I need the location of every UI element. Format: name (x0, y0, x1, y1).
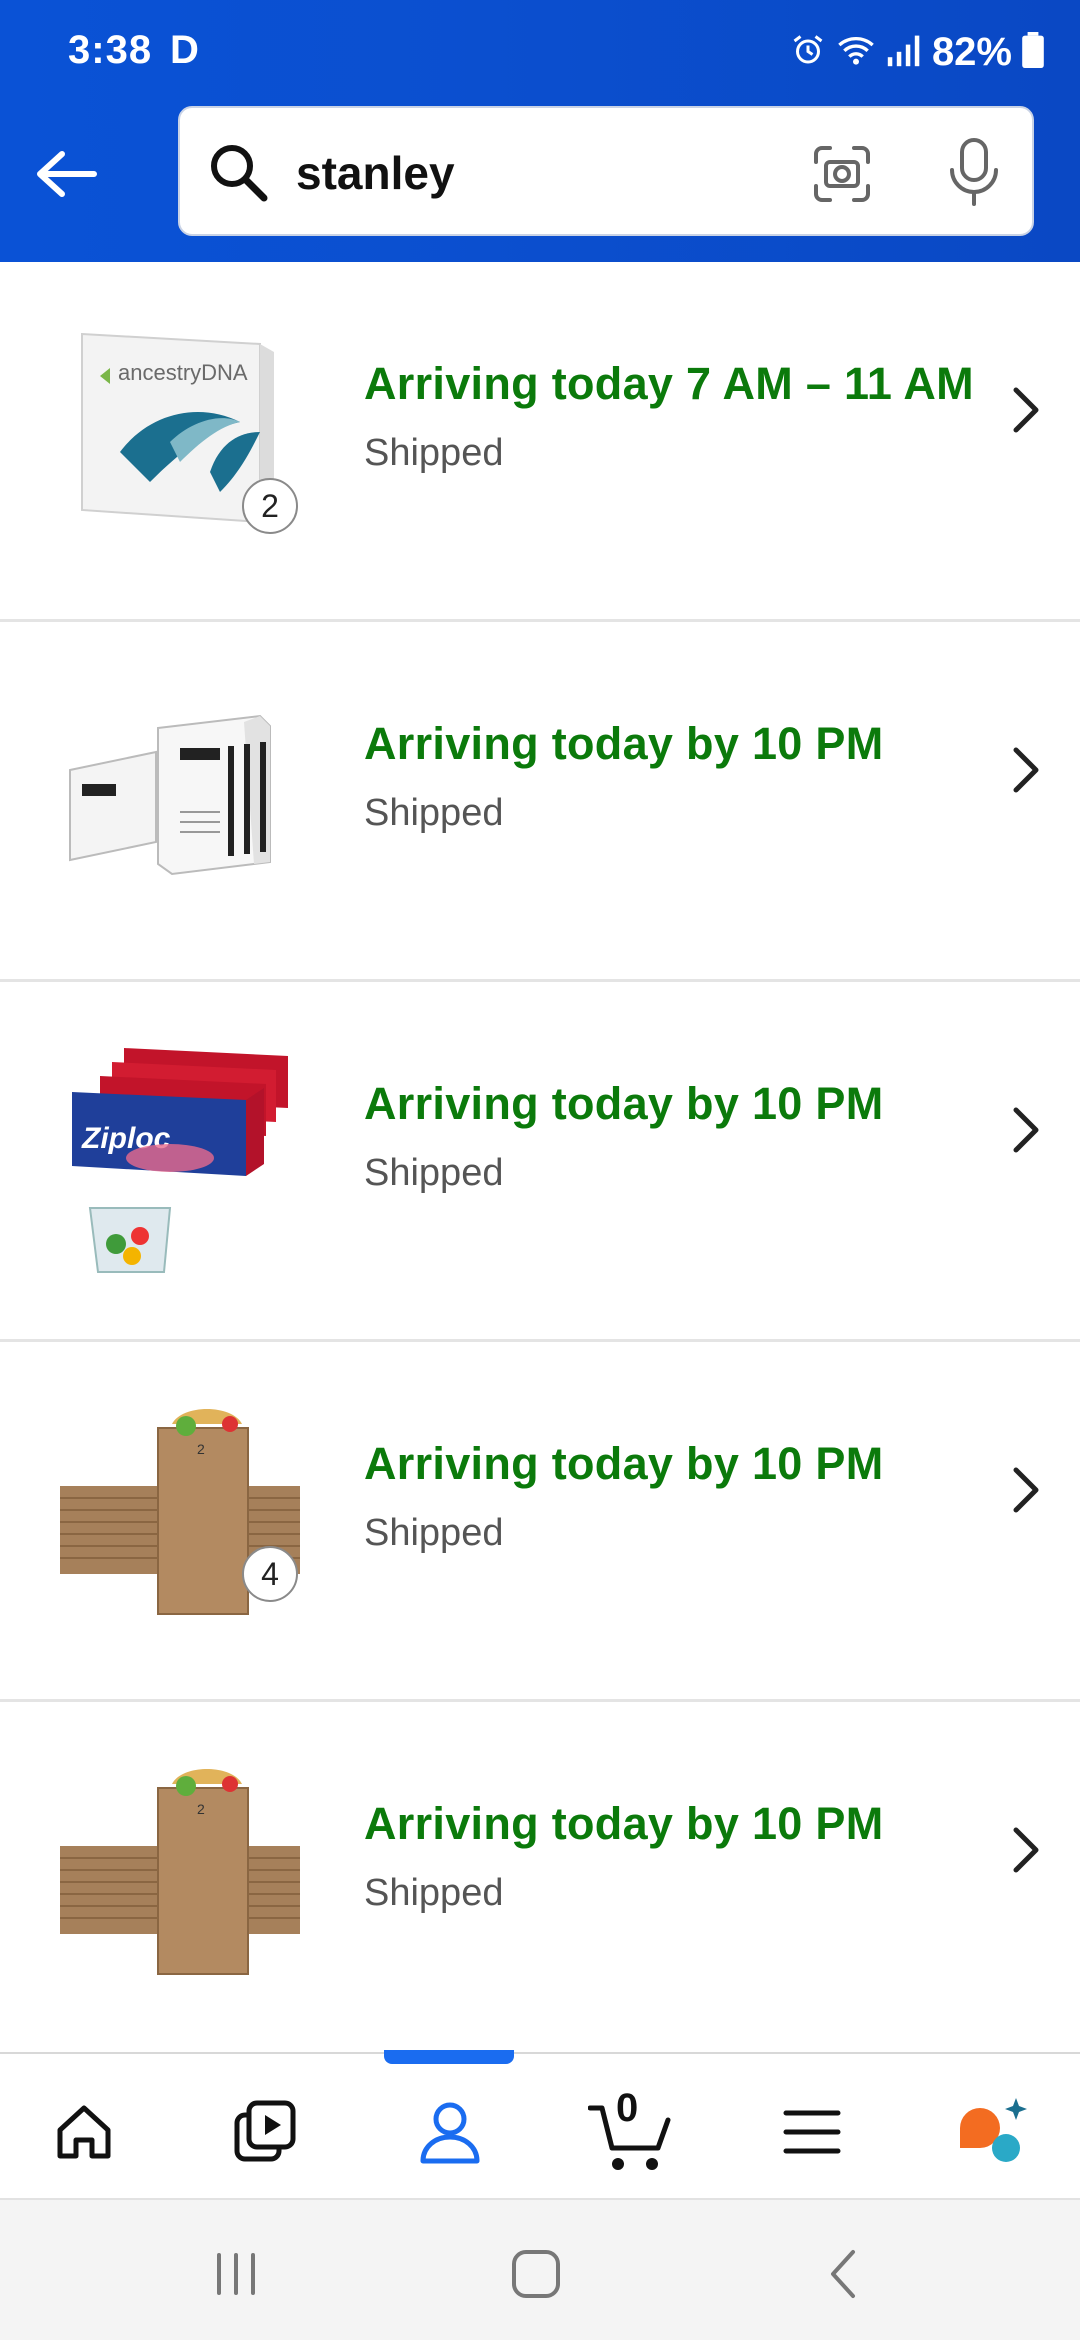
ziploc-bags-image: Ziploc (60, 1048, 310, 1273)
home-icon (52, 2100, 116, 2169)
quantity-badge: 2 (242, 478, 298, 534)
shipment-status: Shipped (364, 1512, 504, 1554)
order-row[interactable]: Arriving today by 10 PM Shipped (0, 622, 1080, 982)
order-row[interactable]: ancestryDNA 2 Arriving today 7 AM – 11 A… (0, 262, 1080, 622)
video-icon (233, 2099, 299, 2170)
status-icons: 82% (790, 24, 1044, 80)
order-info: Arriving today by 10 PM Shipped (364, 1078, 884, 1195)
hamburger-menu-icon (782, 2107, 842, 2162)
svg-text:2: 2 (197, 1441, 205, 1457)
svg-text:ancestryDNA: ancestryDNA (118, 360, 248, 385)
mic-icon[interactable] (942, 136, 1006, 208)
paper-bags-image: 2 (60, 1762, 310, 1982)
nav-menu[interactable] (772, 2094, 852, 2174)
chevron-right-icon[interactable] (1000, 740, 1050, 800)
search-icon (206, 140, 272, 206)
signal-icon (886, 32, 922, 73)
home-button-icon[interactable] (506, 2244, 566, 2304)
search-input[interactable]: stanley (178, 106, 1034, 236)
app-header: 3:38 D 82% stanley (0, 0, 1080, 262)
delivery-status: Arriving today by 10 PM (364, 1438, 884, 1489)
order-info: Arriving today by 10 PM Shipped (364, 718, 884, 835)
active-tab-indicator (384, 2050, 514, 2064)
nav-video[interactable] (226, 2094, 306, 2174)
search-query-text: stanley (296, 147, 455, 199)
chevron-right-icon[interactable] (1000, 1460, 1050, 1520)
back-button-icon[interactable] (814, 2244, 874, 2304)
order-row[interactable]: Ziploc Arriving today by 10 PM Shipped (0, 982, 1080, 1342)
alarm-icon (790, 32, 826, 73)
chevron-right-icon[interactable] (1000, 1820, 1050, 1880)
bottom-navigation: 0 (0, 2050, 1080, 2196)
order-info: Arriving today by 10 PM Shipped (364, 1438, 884, 1555)
shipment-status: Shipped (364, 432, 504, 474)
order-info: Arriving today by 10 PM Shipped (364, 1798, 884, 1915)
system-navigation-bar (0, 2198, 1080, 2340)
battery-percent: 82% (931, 29, 1012, 74)
cart-icon: 0 (587, 2086, 678, 2174)
status-bar: 3:38 D 82% (0, 0, 1080, 100)
order-row[interactable]: 2 4 Arriving today by 10 PM Shipped (0, 1342, 1080, 1702)
delivery-status: Arriving today by 10 PM (364, 1798, 884, 1849)
nav-home[interactable] (44, 2094, 124, 2174)
order-row[interactable]: 2 Arriving today by 10 PM Shipped (0, 1702, 1080, 2062)
camera-icon[interactable] (810, 142, 874, 206)
nav-rufus[interactable] (954, 2094, 1034, 2174)
nav-account[interactable] (410, 2094, 490, 2174)
order-info: Arriving today 7 AM – 11 AM Shipped (364, 358, 974, 475)
chevron-right-icon[interactable] (1000, 380, 1050, 440)
shipment-status: Shipped (364, 792, 504, 834)
rufus-assistant-icon (954, 2092, 1034, 2177)
chevron-right-icon[interactable] (1000, 1100, 1050, 1160)
wifi-icon (836, 32, 876, 73)
carrier-glyph: D (170, 28, 199, 72)
nav-cart[interactable]: 0 (587, 2086, 678, 2174)
copy-paper-boxes-image (60, 692, 310, 912)
svg-text:2: 2 (197, 1801, 205, 1817)
shipment-status: Shipped (364, 1152, 504, 1194)
order-list: ancestryDNA 2 Arriving today 7 AM – 11 A… (0, 262, 1080, 2062)
delivery-status: Arriving today by 10 PM (364, 1078, 884, 1129)
back-arrow-icon[interactable] (30, 138, 102, 210)
battery-icon (1022, 31, 1044, 73)
shipment-status: Shipped (364, 1872, 504, 1914)
recent-apps-icon[interactable] (206, 2244, 266, 2304)
status-time: 3:38 (68, 28, 153, 72)
quantity-badge: 4 (242, 1546, 298, 1602)
delivery-status: Arriving today 7 AM – 11 AM (364, 358, 974, 409)
cart-count: 0 (616, 2086, 639, 2130)
delivery-status: Arriving today by 10 PM (364, 718, 884, 769)
account-icon (417, 2099, 483, 2170)
